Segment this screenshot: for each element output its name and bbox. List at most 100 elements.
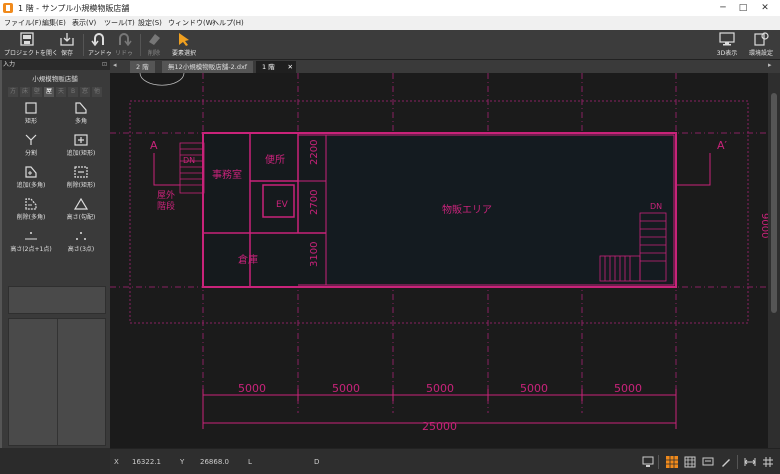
tool-delete-polygon[interactable]: 削除(多角) [6, 198, 56, 222]
tab-floor-2[interactable]: 2 階 [130, 61, 155, 73]
tool-add-polygon[interactable]: 追加(多角) [6, 166, 56, 190]
redo-button[interactable]: リドゥ [114, 32, 134, 57]
grid-snap-icon[interactable] [666, 456, 678, 468]
menu-file[interactable]: ファイル(F) [4, 18, 42, 28]
monitor-icon[interactable] [642, 456, 654, 468]
subtab-ceiling[interactable]: 天 [56, 87, 66, 97]
document-tab-bar: ◂ 2 階 無12小規模物販店舗-2.dxf 1 階 ✕ ▸ [110, 60, 780, 73]
undo-button[interactable]: アンドゥ [88, 32, 112, 57]
subtab-other[interactable]: 他 [92, 87, 102, 97]
status-separator [737, 455, 738, 469]
settings-wrench-icon [754, 32, 769, 46]
minimize-button[interactable]: ─ [716, 2, 730, 14]
menu-help[interactable]: ヘルプ(H) [212, 18, 244, 28]
redo-icon [119, 33, 132, 46]
status-y-label: Y [180, 458, 185, 466]
dim-total: 25000 [422, 420, 457, 433]
app-icon [3, 3, 13, 13]
menu-view[interactable]: 表示(V) [72, 18, 96, 28]
label-ev: EV [276, 200, 289, 210]
label-dn-right: DN [650, 202, 662, 211]
polygon-icon [75, 102, 87, 114]
menu-tools[interactable]: ツール(T) [104, 18, 135, 28]
pen-icon[interactable] [720, 456, 732, 468]
layer-list-box [8, 318, 106, 446]
sales-area[interactable] [325, 134, 675, 286]
split-icon [25, 134, 37, 145]
input-panel: 入力 ⊡ 小規模物販店舗 方 床 壁 屋 天 B 窓 他 矩形 多角 分割 追加… [0, 60, 110, 448]
add-polygon-icon [25, 166, 37, 178]
label-sales-area: 物販エリア [442, 203, 492, 216]
label-dn-left: DN [183, 156, 195, 165]
status-l-label: L [248, 458, 252, 466]
floor-plan-drawing[interactable]: 事務室 便所 EV 倉庫 物販エリア 屋外 階段 DN DN A A′ 2200… [110, 73, 768, 448]
tool-height-slope[interactable]: 高さ(勾配) [56, 198, 106, 222]
delete-button[interactable]: 削除 [145, 32, 163, 57]
status-y-value: 26868.0 [200, 458, 229, 466]
cursor-arrow-icon [179, 33, 189, 46]
menu-bar: ファイル(F) 編集(E) 表示(V) ツール(T) 設定(S) ウィンドウ(W… [0, 16, 780, 30]
subtab-roof[interactable]: 屋 [44, 87, 54, 97]
select-element-button[interactable]: 要素選択 [168, 32, 200, 57]
tool-height-2plus1[interactable]: 高さ(2点+1点) [6, 230, 56, 254]
open-project-icon [20, 32, 34, 46]
maximize-button[interactable]: □ [736, 2, 750, 14]
tool-add-rectangle[interactable]: 追加(矩形) [56, 134, 106, 158]
close-button[interactable]: ✕ [758, 2, 772, 14]
label-section-a-left: A [150, 139, 158, 152]
environment-settings-button[interactable]: 環境設定 [745, 32, 777, 57]
window-title: 1 階 - サンプル小規模物販店舗 [18, 4, 130, 13]
open-project-button[interactable]: プロジェクトを開く [4, 32, 58, 57]
dot-line-icon [25, 232, 37, 240]
subtab-window[interactable]: 窓 [80, 87, 90, 97]
toolbar-separator [83, 34, 84, 56]
tab-scroll-left-icon[interactable]: ◂ [113, 61, 117, 69]
list-divider [57, 319, 58, 445]
display-settings-icon[interactable] [702, 456, 714, 468]
save-icon [60, 33, 74, 46]
panel-splitter[interactable] [0, 60, 2, 448]
dim-right-partial: 9000 [759, 213, 768, 238]
save-button[interactable]: 保存 [56, 32, 78, 57]
menu-edit[interactable]: 編集(E) [42, 18, 66, 28]
hash-grid-icon[interactable] [762, 456, 774, 468]
add-rectangle-icon [74, 134, 88, 146]
input-subtabs: 方 床 壁 屋 天 B 窓 他 [8, 87, 104, 97]
3d-view-button[interactable]: 3D表示 [712, 32, 742, 57]
rectangle-icon [25, 102, 37, 114]
tab-close-icon[interactable]: ✕ [288, 61, 293, 73]
dim-vertical-1: 2200 [309, 140, 320, 165]
vertical-scrollbar[interactable] [768, 73, 780, 448]
label-toilet: 便所 [265, 153, 285, 166]
tab-floor-1[interactable]: 1 階 ✕ [256, 61, 296, 73]
monitor-3d-icon [719, 32, 735, 46]
dim-vertical-3: 3100 [309, 242, 320, 267]
tool-height-3points[interactable]: 高さ(3点) [56, 230, 106, 254]
subtab-wall[interactable]: 壁 [32, 87, 42, 97]
status-bar: X 16322.1 Y 26868.0 L D [110, 448, 780, 474]
tab-scroll-right-icon[interactable]: ▸ [768, 61, 772, 69]
tool-split[interactable]: 分割 [6, 134, 56, 158]
tool-polygon[interactable]: 多角 [56, 102, 106, 126]
three-dots-icon [76, 232, 86, 240]
panel-header: 入力 ⊡ [0, 60, 110, 70]
status-x-value: 16322.1 [132, 458, 161, 466]
eraser-icon [149, 34, 160, 45]
stairs-left [179, 142, 205, 194]
menu-settings[interactable]: 設定(S) [138, 18, 162, 28]
subtab-direction[interactable]: 方 [8, 87, 18, 97]
label-office: 事務室 [212, 168, 242, 181]
status-d-label: D [314, 458, 320, 466]
subtab-floor[interactable]: 床 [20, 87, 30, 97]
pin-icon[interactable]: ⊡ [102, 60, 107, 70]
tool-rectangle[interactable]: 矩形 [6, 102, 56, 126]
tab-dxf-file[interactable]: 無12小規模物販店舗-2.dxf [162, 61, 254, 73]
subtab-b[interactable]: B [68, 87, 78, 97]
measure-arrows-icon[interactable] [744, 456, 756, 468]
tool-delete-rectangle[interactable]: 削除(矩形) [56, 166, 106, 190]
menu-window[interactable]: ウィンドウ(W) [168, 18, 215, 28]
drawing-canvas[interactable]: 事務室 便所 EV 倉庫 物販エリア 屋外 階段 DN DN A A′ 2200… [110, 73, 768, 448]
label-section-a-right: A′ [717, 139, 728, 152]
scrollbar-thumb[interactable] [771, 93, 777, 313]
table-icon[interactable] [684, 456, 696, 468]
